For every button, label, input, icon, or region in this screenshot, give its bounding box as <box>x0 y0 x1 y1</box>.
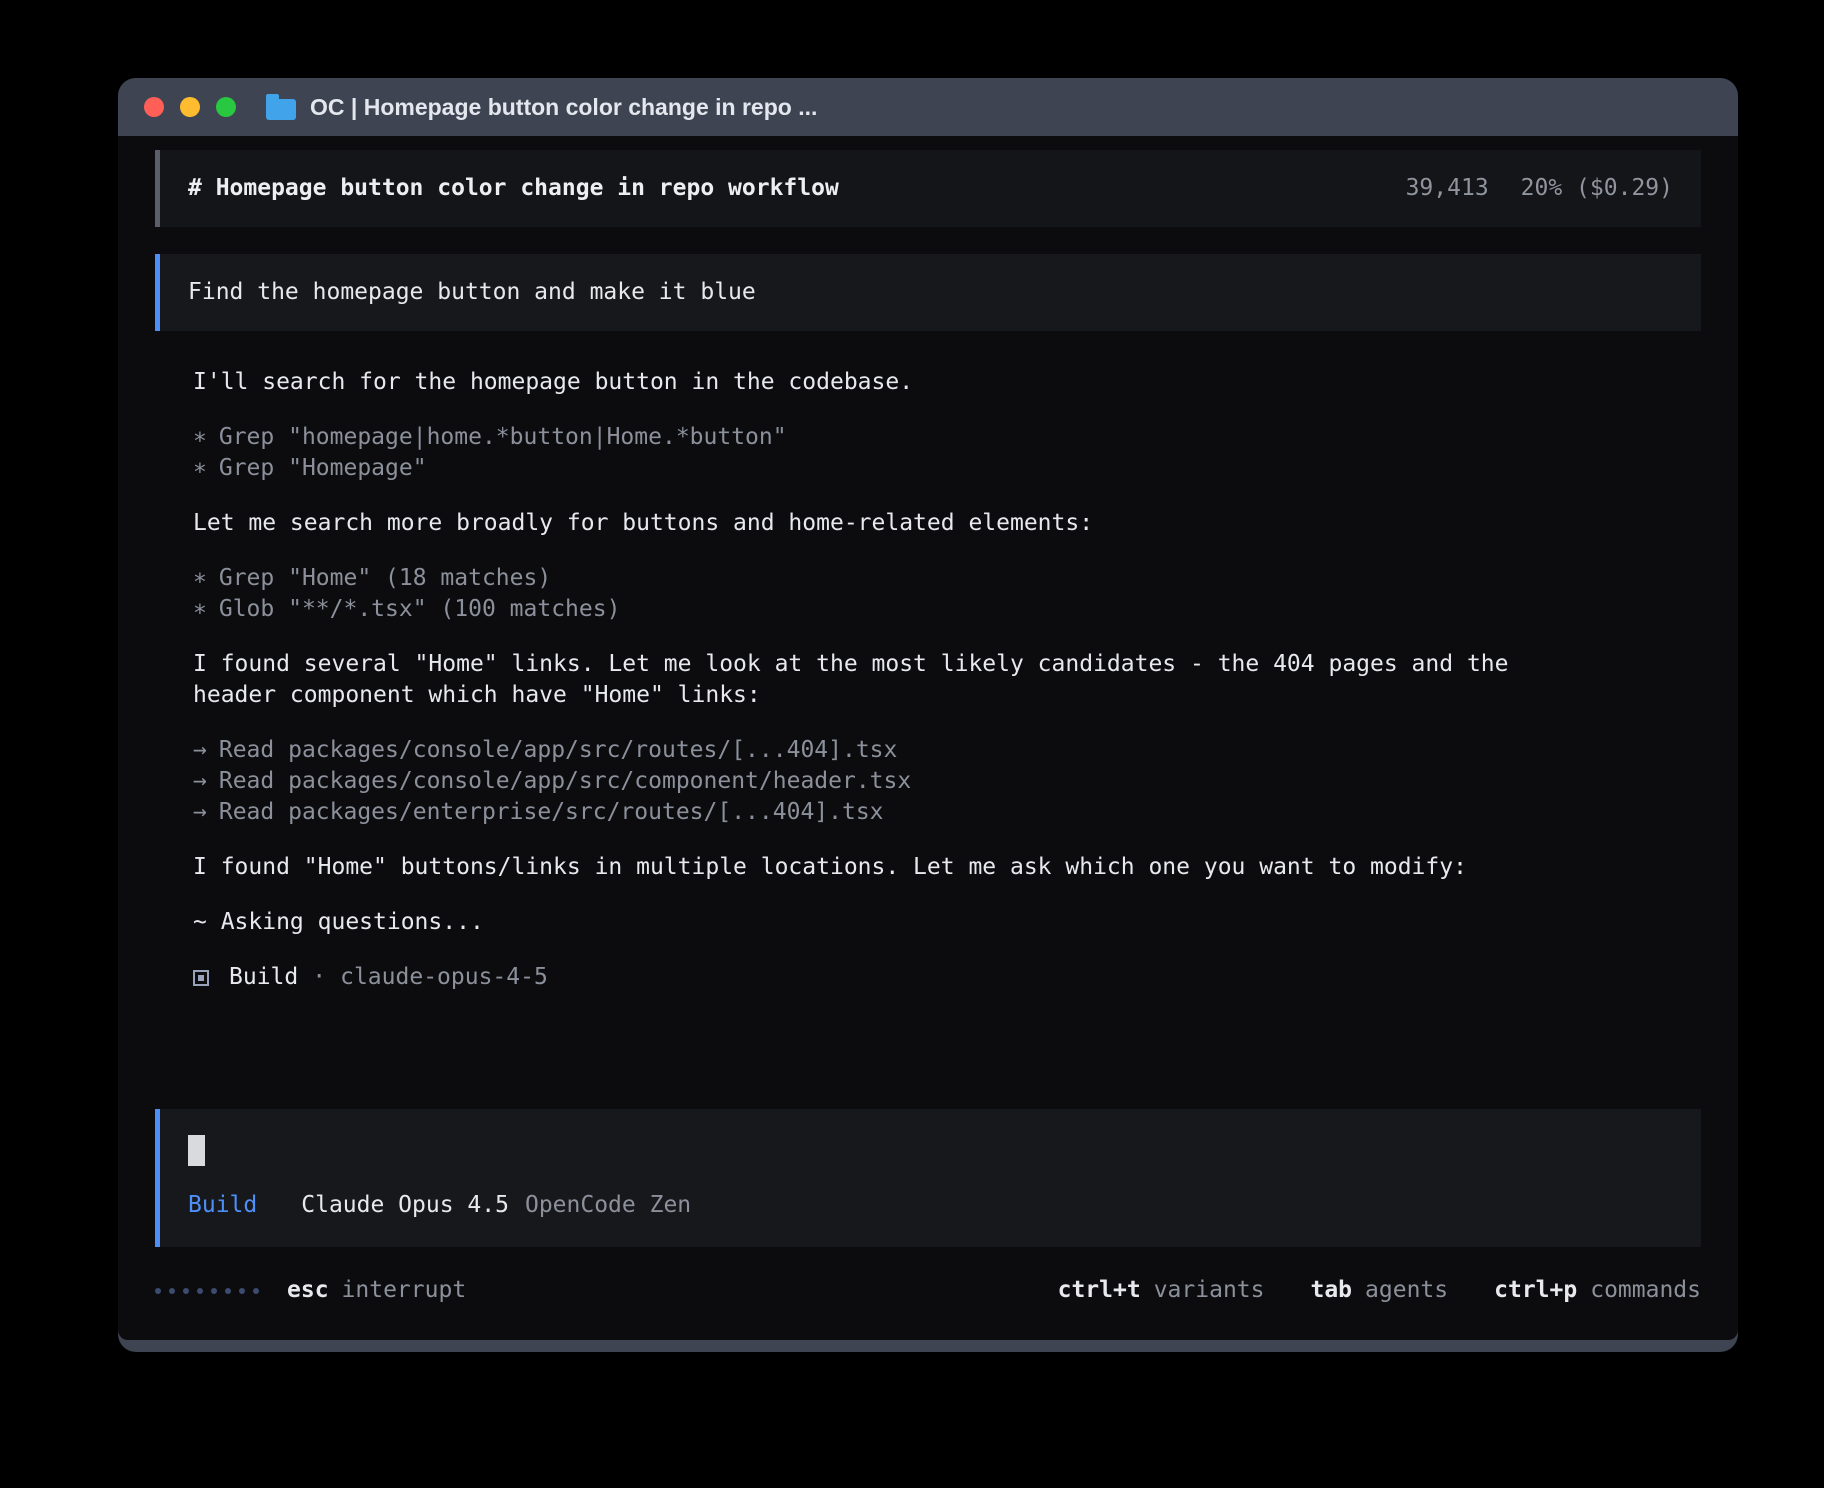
shortcut-key: ctrl+p <box>1494 1275 1577 1306</box>
window-title-group: OC | Homepage button color change in rep… <box>266 94 817 121</box>
shortcut-key: tab <box>1310 1275 1352 1306</box>
shortcut-label: agents <box>1365 1275 1448 1306</box>
tool-call-grep: ∗ Grep "homepage|home.*button|Home.*butto… <box>193 422 1701 453</box>
tool-asterisk-icon: ∗ <box>193 594 207 625</box>
terminal-content: # Homepage button color change in repo w… <box>118 136 1738 1340</box>
session-token-count: 39,413 <box>1406 173 1489 204</box>
window-title: OC | Homepage button color change in rep… <box>310 94 817 121</box>
input-mode-label: Build <box>188 1190 257 1221</box>
text-cursor[interactable] <box>188 1135 205 1166</box>
minimize-window-button[interactable] <box>180 97 200 117</box>
agent-name: Build <box>229 962 298 993</box>
read-arrow-icon: → <box>193 797 207 828</box>
input-model-label: Claude Opus 4.5 <box>301 1190 509 1221</box>
titlebar: OC | Homepage button color change in rep… <box>118 78 1738 136</box>
shortcut-commands: ctrl+p commands <box>1494 1275 1701 1306</box>
assistant-paragraph: I found "Home" buttons/links in multiple… <box>193 852 1593 883</box>
status-right: ctrl+t variants tab agents ctrl+p comman… <box>1058 1275 1701 1306</box>
assistant-paragraph: I found several "Home" links. Let me loo… <box>193 649 1593 711</box>
agent-row: Build · claude-opus-4-5 <box>193 962 1701 993</box>
shortcut-key: esc <box>287 1275 329 1306</box>
user-message-text: Find the homepage button and make it blu… <box>188 279 756 305</box>
tool-call-text: Grep "Homepage" <box>219 455 427 481</box>
tool-call-glob: ∗ Glob "**/*.tsx" (100 matches) <box>193 594 1701 625</box>
session-title: # Homepage button color change in repo w… <box>188 173 839 204</box>
tool-call-read: → Read packages/console/app/src/routes/[.… <box>193 735 1701 766</box>
status-left: esc interrupt <box>155 1275 466 1306</box>
folder-icon <box>266 99 296 120</box>
shortcut-label: commands <box>1590 1275 1701 1306</box>
terminal-window: OC | Homepage button color change in rep… <box>118 78 1738 1352</box>
prompt-input[interactable]: Build Claude Opus 4.5 OpenCode Zen <box>155 1109 1701 1247</box>
session-header: # Homepage button color change in repo w… <box>155 150 1701 227</box>
tool-call-grep: ∗ Grep "Home" (18 matches) <box>193 563 1701 594</box>
tool-call-read: → Read packages/console/app/src/component… <box>193 766 1701 797</box>
tool-call-group: → Read packages/console/app/src/routes/[.… <box>193 735 1701 828</box>
shortcut-label: interrupt <box>342 1275 467 1306</box>
input-provider-label: OpenCode Zen <box>525 1190 691 1221</box>
assistant-response: I'll search for the homepage button in t… <box>155 331 1701 993</box>
tool-call-group: ∗ Grep "Home" (18 matches) ∗ Glob "**/*.ts… <box>193 563 1701 625</box>
agent-model: claude-opus-4-5 <box>340 962 548 993</box>
tool-call-grep: ∗ Grep "Homepage" <box>193 453 1701 484</box>
shortcut-variants: ctrl+t variants <box>1058 1275 1265 1306</box>
agent-square-icon <box>193 970 209 986</box>
tool-call-text: Glob "**/*.tsx" (100 matches) <box>219 596 621 622</box>
assistant-paragraph: Let me search more broadly for buttons a… <box>193 508 1593 539</box>
working-spinner-dots <box>155 1288 259 1294</box>
tool-call-text: Grep "Home" (18 matches) <box>219 565 551 591</box>
session-stats: 39,413 20% ($0.29) <box>1406 173 1673 204</box>
tool-call-text: Read packages/console/app/src/component/… <box>219 768 911 794</box>
tool-call-read: → Read packages/enterprise/src/routes/[..… <box>193 797 1701 828</box>
tool-call-text: Grep "homepage|home.*button|Home.*button… <box>219 424 787 450</box>
assistant-status-line: ~ Asking questions... <box>193 907 1593 938</box>
shortcut-key: ctrl+t <box>1058 1275 1141 1306</box>
session-context-usage: 20% ($0.29) <box>1521 173 1673 204</box>
user-message: Find the homepage button and make it blu… <box>155 254 1701 331</box>
tool-call-text: Read packages/enterprise/src/routes/[...… <box>219 799 884 825</box>
assistant-paragraph: I'll search for the homepage button in t… <box>193 367 1593 398</box>
read-arrow-icon: → <box>193 766 207 797</box>
agent-separator: · <box>312 962 326 993</box>
input-meta: Build Claude Opus 4.5 OpenCode Zen <box>188 1190 1673 1221</box>
tool-asterisk-icon: ∗ <box>193 453 207 484</box>
tool-asterisk-icon: ∗ <box>193 563 207 594</box>
shortcut-interrupt: esc interrupt <box>287 1275 466 1306</box>
tool-call-group: ∗ Grep "homepage|home.*button|Home.*butto… <box>193 422 1701 484</box>
status-bar: esc interrupt ctrl+t variants tab agents… <box>155 1275 1701 1306</box>
tool-call-text: Read packages/console/app/src/routes/[..… <box>219 737 898 763</box>
zoom-window-button[interactable] <box>216 97 236 117</box>
traffic-lights <box>144 97 236 117</box>
shortcut-label: variants <box>1154 1275 1265 1306</box>
shortcut-agents: tab agents <box>1310 1275 1448 1306</box>
close-window-button[interactable] <box>144 97 164 117</box>
tool-asterisk-icon: ∗ <box>193 422 207 453</box>
read-arrow-icon: → <box>193 735 207 766</box>
